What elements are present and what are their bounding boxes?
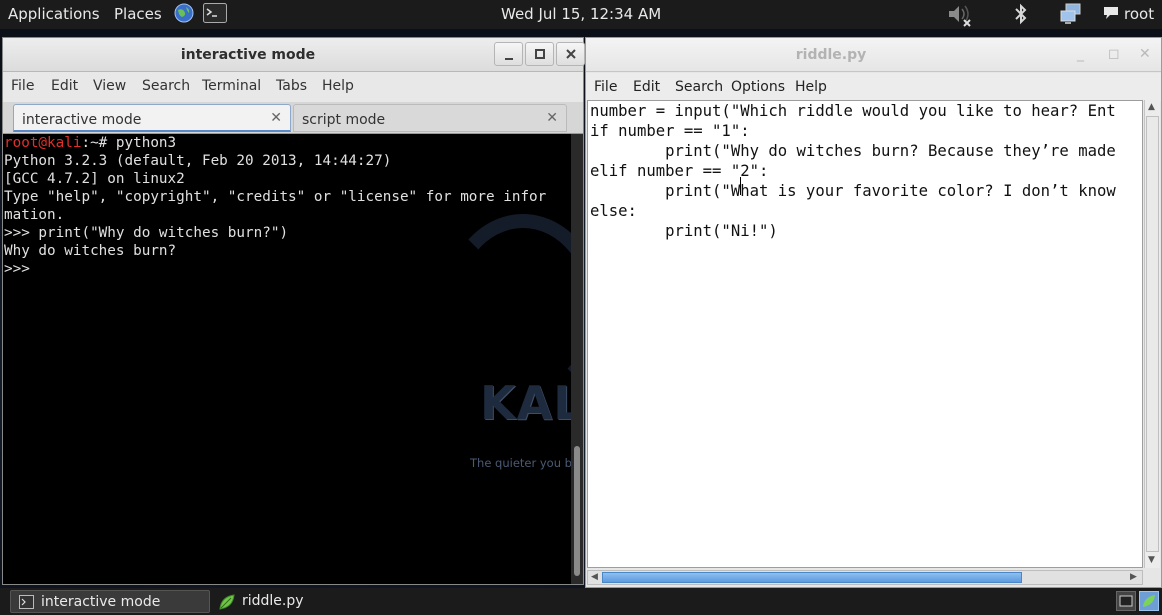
code-line: print("Ni!") <box>590 222 778 240</box>
idle-leaf-icon <box>219 594 235 610</box>
workspace-idle-glyph <box>1143 595 1155 607</box>
scroll-right-arrow-icon[interactable]: ▶ <box>1130 572 1137 582</box>
terminal-line: mation. <box>4 207 65 223</box>
code-line: if number == "1": <box>590 122 750 140</box>
code-editor[interactable]: number = input("Which riddle would you l… <box>587 100 1143 568</box>
code-line: elif number == "2": <box>590 162 769 180</box>
scroll-down-arrow-icon[interactable]: ▼ <box>1148 555 1155 565</box>
scroll-left-arrow-icon[interactable]: ◀ <box>591 572 598 582</box>
terminal-scroll-thumb[interactable] <box>574 446 580 576</box>
menu-view[interactable]: View <box>93 78 126 94</box>
taskbar-label: riddle.py <box>242 593 304 609</box>
menu-edit[interactable]: Edit <box>51 78 78 94</box>
menu-tabs[interactable]: Tabs <box>276 78 307 94</box>
terminal-titlebar[interactable]: interactive mode <box>3 38 585 72</box>
tab-interactive-mode[interactable]: interactive mode ✕ <box>13 104 291 132</box>
bluetooth-icon[interactable] <box>1013 3 1029 25</box>
terminal-title: interactive mode <box>180 47 316 63</box>
web-browser-icon[interactable] <box>173 2 195 24</box>
workspace-terminal-icon[interactable] <box>1116 591 1136 611</box>
tab-script-mode[interactable]: script mode ✕ <box>293 104 567 132</box>
user-menu[interactable]: root <box>1124 5 1154 23</box>
code-line: else: <box>590 202 637 220</box>
menu-terminal[interactable]: Terminal <box>202 78 261 94</box>
clock[interactable]: Wed Jul 15, 12:34 AM <box>501 5 661 23</box>
network-icon[interactable] <box>1059 2 1083 26</box>
close-icon <box>565 49 576 59</box>
tab-label: interactive mode <box>22 112 142 128</box>
maximize-button[interactable] <box>525 42 554 66</box>
kali-tagline: The quieter you become <box>470 456 571 470</box>
menu-file[interactable]: File <box>11 78 34 94</box>
code-line: print("What is your favorite color? I do… <box>590 182 1116 200</box>
volume-muted-icon[interactable] <box>946 3 974 27</box>
taskbar-item-riddle[interactable]: riddle.py <box>212 590 412 613</box>
editor-titlebar[interactable]: riddle.py _ ◻ ✕ <box>586 38 1161 72</box>
terminal-window: interactive mode File Edit View Search T… <box>2 37 585 585</box>
workspace-idle-icon[interactable] <box>1139 591 1159 611</box>
bottom-panel: interactive mode riddle.py <box>0 588 1162 615</box>
workspace-terminal-glyph <box>1119 595 1133 607</box>
prompt-user: root@kali <box>4 135 82 151</box>
terminal-scrollbar[interactable] <box>571 134 583 584</box>
chat-icon[interactable] <box>1103 6 1119 20</box>
terminal-line: Python 3.2.3 (default, Feb 20 2013, 14:4… <box>4 153 392 169</box>
text-cursor <box>740 177 741 195</box>
terminal-launcher-icon[interactable] <box>203 3 227 23</box>
editor-menu-search[interactable]: Search <box>675 79 723 95</box>
minimize-button[interactable] <box>494 42 523 66</box>
top-panel: Applications Places Wed Jul 15, 12:34 AM… <box>0 0 1162 29</box>
editor-menu-file[interactable]: File <box>594 79 617 95</box>
maximize-icon <box>534 49 545 59</box>
minimize-icon <box>504 58 513 60</box>
terminal-output[interactable]: KALI The quieter you become root@kali:~#… <box>3 134 571 584</box>
editor-menubar: File Edit Search Options Help <box>586 73 1161 101</box>
kali-watermark: KALI <box>480 376 571 430</box>
editor-menu-help[interactable]: Help <box>795 79 827 95</box>
applications-menu[interactable]: Applications <box>8 5 100 23</box>
editor-close-icon[interactable]: ✕ <box>1139 46 1151 62</box>
prompt-command: :~# python3 <box>81 135 177 151</box>
editor-menu-options[interactable]: Options <box>731 79 785 95</box>
menu-help[interactable]: Help <box>322 78 354 94</box>
terminal-icon <box>19 595 34 609</box>
editor-maximize-icon[interactable]: ◻ <box>1108 46 1120 62</box>
terminal-line: Type "help", "copyright", "credits" or "… <box>4 189 547 205</box>
tab-close-icon[interactable]: ✕ <box>270 110 282 126</box>
scroll-up-arrow-icon[interactable]: ▲ <box>1148 102 1155 112</box>
places-menu[interactable]: Places <box>114 5 162 23</box>
editor-vertical-scrollbar[interactable]: ▲ ▼ <box>1144 100 1160 568</box>
editor-menu-edit[interactable]: Edit <box>633 79 660 95</box>
terminal-menubar: File Edit View Search Terminal Tabs Help <box>3 72 583 102</box>
editor-horizontal-scrollbar[interactable]: ◀ ▶ <box>587 570 1143 585</box>
tab-label: script mode <box>302 112 386 128</box>
menu-search[interactable]: Search <box>142 78 190 94</box>
prompt-line: root@kali:~# python3 <box>3 134 571 152</box>
editor-window: riddle.py _ ◻ ✕ File Edit Search Options… <box>585 37 1162 588</box>
editor-title: riddle.py <box>795 47 867 63</box>
code-line: print("Why do witches burn? Because they… <box>590 142 1116 160</box>
editor-horizontal-thumb[interactable] <box>602 572 1022 583</box>
close-button[interactable] <box>556 42 585 66</box>
editor-minimize-icon[interactable]: _ <box>1077 46 1084 62</box>
taskbar-label: interactive mode <box>41 594 161 610</box>
tab-close-icon[interactable]: ✕ <box>546 110 558 126</box>
editor-vertical-thumb[interactable] <box>1146 116 1159 552</box>
code-line: number = input("Which riddle would you l… <box>590 102 1116 120</box>
terminal-line: [GCC 4.7.2] on linux2 <box>4 171 185 187</box>
taskbar-item-interactive-mode[interactable]: interactive mode <box>10 590 210 613</box>
terminal-tabbar: interactive mode ✕ script mode ✕ <box>3 102 583 134</box>
